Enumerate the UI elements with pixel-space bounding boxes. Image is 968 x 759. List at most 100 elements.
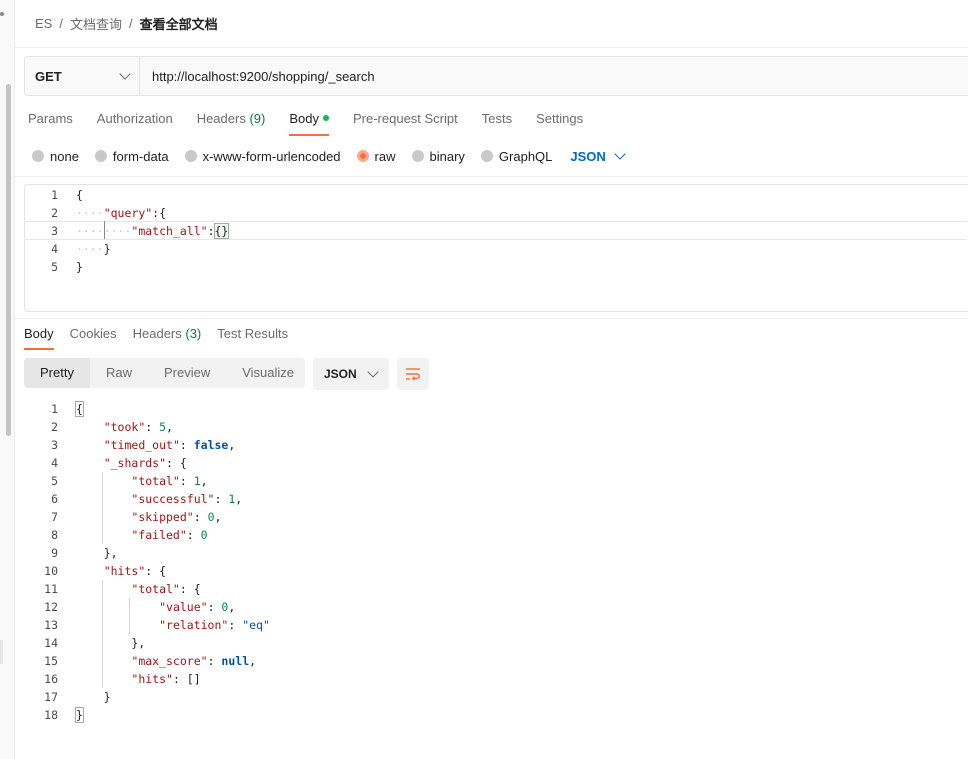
- json-key: "total": [131, 474, 180, 488]
- code-text: "timed_out": false,: [76, 436, 236, 454]
- url-input[interactable]: http://localhost:9200/shopping/_search: [140, 57, 968, 95]
- json-punct: :: [186, 528, 201, 542]
- view-visualize[interactable]: Visualize: [226, 358, 310, 388]
- code-text: ····}: [76, 240, 111, 258]
- tab-body[interactable]: Body: [289, 108, 329, 136]
- code-text: ········"match_all":{}: [76, 222, 230, 240]
- editor-line: 1 {: [24, 186, 967, 204]
- json-punct: }: [75, 707, 84, 723]
- json-punct: ,: [228, 600, 236, 614]
- json-punct: :: [193, 510, 208, 524]
- json-punct: },: [76, 546, 118, 560]
- json-punct: [76, 582, 131, 596]
- response-tab-cookies[interactable]: Cookies: [70, 324, 117, 350]
- tab-label: Cookies: [69, 326, 117, 341]
- line-number: 10: [44, 564, 58, 578]
- json-punct: [76, 420, 104, 434]
- editor-line-active: 3 ········"match_all":{}: [24, 221, 967, 240]
- method-select[interactable]: GET: [25, 57, 140, 95]
- breadcrumb-item-folder[interactable]: 文档查询: [70, 14, 122, 33]
- code-text: "hits": {: [76, 562, 166, 580]
- json-punct: ,: [228, 438, 236, 452]
- wrap-lines-button[interactable]: [397, 358, 429, 390]
- json-punct: : []: [172, 672, 201, 686]
- tab-pre-request-script[interactable]: Pre-request Script: [353, 108, 458, 136]
- breadcrumb: ES / 文档查询 / 查看全部文档: [35, 14, 218, 32]
- json-punct: [76, 564, 104, 578]
- json-punct: [76, 510, 131, 524]
- json-punct: :: [207, 224, 215, 238]
- body-type-graphql[interactable]: GraphQL: [480, 148, 553, 164]
- view-preview[interactable]: Preview: [148, 358, 226, 388]
- code-text: },: [76, 634, 145, 652]
- response-format-select[interactable]: JSON: [313, 358, 389, 390]
- json-punct: ,: [249, 654, 257, 668]
- line-number: 6: [51, 492, 58, 506]
- json-key: "timed_out": [103, 438, 180, 452]
- line-number: 3: [51, 224, 58, 238]
- code-text: "hits": []: [76, 670, 201, 688]
- breadcrumb-item-collection[interactable]: ES: [35, 16, 52, 31]
- json-punct: [76, 618, 159, 632]
- radio-label: none: [50, 148, 79, 164]
- view-pretty[interactable]: Pretty: [24, 358, 90, 388]
- editor-line: 2 ····"query":{: [24, 204, 967, 222]
- tab-tests[interactable]: Tests: [482, 108, 512, 136]
- radio-label: GraphQL: [498, 148, 553, 164]
- indent-guide: [104, 221, 105, 239]
- breadcrumb-current-request[interactable]: 查看全部文档: [140, 14, 218, 33]
- line-number: 15: [44, 654, 58, 668]
- json-punct: : {: [179, 582, 201, 596]
- radio-label: x-www-form-urlencoded: [202, 148, 341, 164]
- json-key: "match_all": [131, 224, 208, 238]
- line-number: 18: [44, 708, 58, 722]
- line-number: 8: [51, 528, 58, 542]
- body-type-selector: none form-data x-www-form-urlencoded raw…: [32, 146, 626, 166]
- raw-language-select[interactable]: JSON: [570, 148, 626, 164]
- json-value: false: [193, 438, 229, 452]
- line-number: 5: [51, 474, 58, 488]
- code-text: "skipped": 0,: [76, 508, 221, 526]
- radio-icon: [94, 150, 107, 162]
- line-number: 2: [51, 420, 58, 434]
- line-number: 1: [51, 402, 58, 416]
- line-number: 11: [44, 582, 58, 596]
- code-text: "failed": 0: [76, 526, 207, 544]
- response-tab-headers[interactable]: Headers (3): [133, 324, 202, 350]
- radio-label: binary: [429, 148, 465, 164]
- line-number: 16: [44, 672, 58, 686]
- response-tabs: Body Cookies Headers (3) Test Results: [24, 324, 304, 350]
- tab-authorization[interactable]: Authorization: [97, 108, 173, 136]
- body-type-urlencoded[interactable]: x-www-form-urlencoded: [184, 148, 341, 164]
- json-punct: ,: [214, 510, 222, 524]
- headers-count-badge: (3): [185, 326, 202, 341]
- response-tab-body[interactable]: Body: [24, 324, 54, 350]
- json-key: "failed": [131, 528, 187, 542]
- tab-headers[interactable]: Headers (9): [197, 108, 266, 136]
- radio-icon: [32, 150, 44, 162]
- body-type-form-data[interactable]: form-data: [94, 149, 169, 164]
- body-type-binary[interactable]: binary: [411, 148, 465, 164]
- body-type-none[interactable]: none: [32, 149, 79, 164]
- json-punct: [76, 528, 131, 542]
- response-tab-test-results[interactable]: Test Results: [217, 324, 288, 350]
- code-text: "total": 1,: [76, 472, 207, 490]
- whitespace-marker: ····: [76, 242, 104, 256]
- code-text: "successful": 1,: [76, 490, 242, 508]
- code-text: }: [76, 688, 111, 706]
- json-value: 5: [159, 420, 167, 434]
- request-url-bar: GET http://localhost:9200/shopping/_sear…: [24, 56, 968, 96]
- json-punct: :: [145, 420, 160, 434]
- sidebar-marker: [0, 640, 3, 664]
- json-punct: :{: [152, 206, 167, 220]
- radio-icon: [184, 150, 197, 162]
- body-type-raw[interactable]: raw: [356, 148, 396, 164]
- sidebar-scrollbar[interactable]: [6, 84, 11, 436]
- tab-settings[interactable]: Settings: [536, 108, 583, 136]
- line-number: 13: [44, 618, 58, 632]
- view-raw[interactable]: Raw: [90, 358, 148, 388]
- line-number: 3: [51, 438, 58, 452]
- tab-params[interactable]: Params: [28, 108, 73, 136]
- radio-label: raw: [374, 148, 396, 164]
- tab-label: Params: [28, 111, 73, 126]
